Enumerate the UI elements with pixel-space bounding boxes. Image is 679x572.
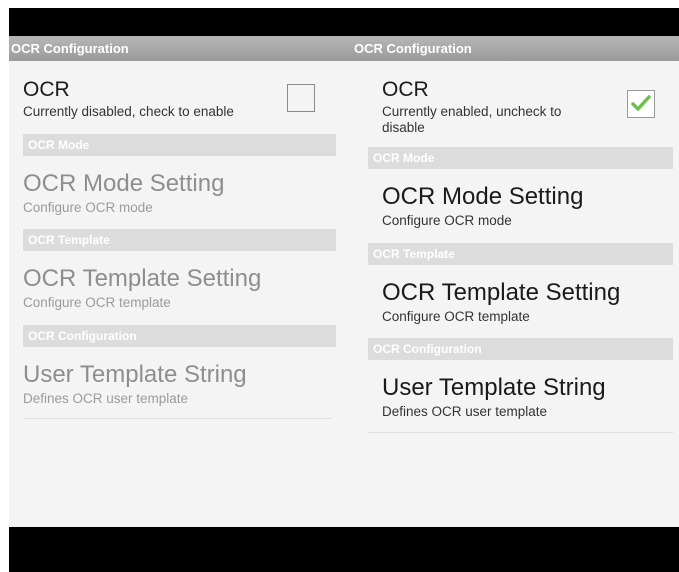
pane-header: OCR Configuration	[9, 36, 350, 61]
ocr-toggle-summary: Currently enabled, uncheck to disable	[382, 104, 562, 135]
ocr-toggle-preference[interactable]: OCR Currently disabled, check to enable	[23, 78, 280, 120]
ocr-mode-setting-item[interactable]: OCR Mode Setting Configure OCR mode	[23, 170, 336, 216]
user-template-string-title: User Template String	[23, 361, 247, 388]
ocr-toggle-preference[interactable]: OCR Currently enabled, uncheck to disabl…	[382, 78, 589, 136]
ocr-enable-checkbox[interactable]	[287, 84, 315, 112]
category-ocr-template: OCR Template	[368, 243, 673, 265]
ocr-mode-setting-summary: Configure OCR mode	[23, 200, 153, 215]
ocr-mode-setting-title: OCR Mode Setting	[23, 170, 225, 197]
category-ocr-mode: OCR Mode	[23, 134, 336, 156]
ocr-toggle-title: OCR	[23, 78, 70, 101]
ocr-mode-setting-item[interactable]: OCR Mode Setting Configure OCR mode	[382, 183, 665, 229]
pane-header: OCR Configuration	[350, 36, 679, 61]
user-template-string-summary: Defines OCR user template	[23, 391, 189, 406]
category-ocr-configuration: OCR Configuration	[23, 325, 336, 347]
category-ocr-configuration: OCR Configuration	[368, 338, 673, 360]
category-ocr-template: OCR Template	[23, 229, 336, 251]
navigation-bar	[9, 527, 679, 572]
category-ocr-mode: OCR Mode	[368, 147, 673, 169]
ocr-mode-setting-summary: Configure OCR mode	[382, 213, 512, 228]
ocr-template-setting-item[interactable]: OCR Template Setting Configure OCR templ…	[23, 265, 336, 311]
screen-border	[0, 0, 9, 572]
ocr-toggle-summary: Currently disabled, check to enable	[23, 104, 234, 119]
user-template-string-item[interactable]: User Template String Defines OCR user te…	[382, 374, 665, 420]
status-bar	[9, 8, 679, 36]
user-template-string-title: User Template String	[382, 374, 606, 401]
list-divider	[23, 418, 332, 419]
ocr-enable-checkbox[interactable]	[627, 90, 655, 118]
ocr-template-setting-title: OCR Template Setting	[23, 265, 262, 292]
user-template-string-item[interactable]: User Template String Defines OCR user te…	[23, 361, 336, 407]
check-icon	[631, 95, 651, 111]
ocr-mode-setting-title: OCR Mode Setting	[382, 183, 584, 210]
ocr-template-setting-item[interactable]: OCR Template Setting Configure OCR templ…	[382, 279, 665, 325]
settings-pane-enabled: OCR Configuration OCR Currently enabled,…	[350, 36, 679, 527]
ocr-toggle-title: OCR	[382, 78, 429, 101]
user-template-string-summary: Defines OCR user template	[382, 404, 548, 419]
settings-pane-disabled: OCR Configuration OCR Currently disabled…	[9, 36, 350, 527]
ocr-template-setting-summary: Configure OCR template	[382, 309, 530, 324]
ocr-template-setting-title: OCR Template Setting	[382, 279, 621, 306]
ocr-template-setting-summary: Configure OCR template	[23, 295, 171, 310]
list-divider	[368, 432, 673, 433]
